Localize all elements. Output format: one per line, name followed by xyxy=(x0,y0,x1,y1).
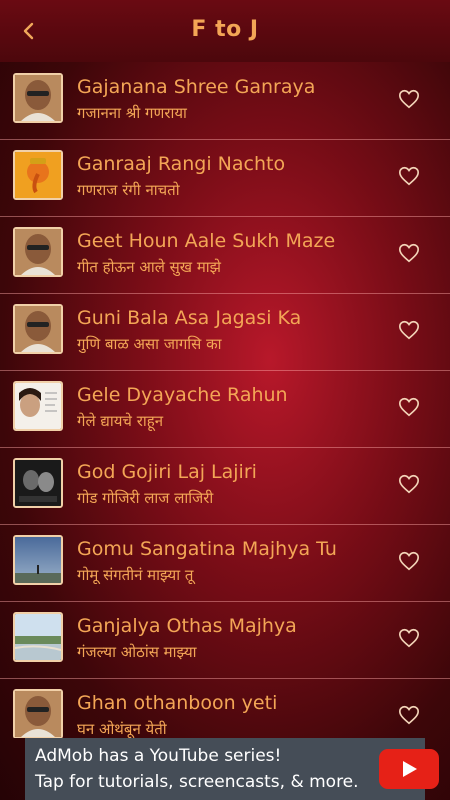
song-row[interactable]: Gajanana Shree Ganraya गजानना श्री गणराय… xyxy=(0,62,450,140)
favorite-heart-icon[interactable] xyxy=(398,704,420,726)
song-title: Ganraaj Rangi Nachto xyxy=(77,153,286,175)
favorite-heart-icon[interactable] xyxy=(398,550,420,572)
favorite-heart-icon[interactable] xyxy=(398,473,420,495)
song-thumbnail xyxy=(13,535,63,585)
song-thumbnail xyxy=(13,227,63,277)
song-subtitle: गोड गोजिरी लाज लाजिरी xyxy=(77,489,214,507)
song-row[interactable]: Ganraaj Rangi Nachto गणराज रंगी नाचतो xyxy=(0,139,450,217)
song-thumbnail xyxy=(13,689,63,738)
song-subtitle: गंजल्या ओठांस माझ्या xyxy=(77,643,197,661)
song-subtitle: गुणि बाळ असा जागसि का xyxy=(77,335,222,353)
song-subtitle: गेले द्यायचे राहून xyxy=(77,412,164,430)
song-title: Gajanana Shree Ganraya xyxy=(77,76,316,98)
song-thumbnail xyxy=(13,381,63,431)
song-thumbnail xyxy=(13,458,63,508)
youtube-play-icon[interactable] xyxy=(379,749,439,789)
song-title: Ghan othanboon yeti xyxy=(77,692,278,714)
song-row[interactable]: Guni Bala Asa Jagasi Ka गुणि बाळ असा जाग… xyxy=(0,293,450,371)
song-thumbnail xyxy=(13,304,63,354)
song-subtitle: गीत होऊन आले सुख माझे xyxy=(77,258,222,276)
song-row[interactable]: Gomu Sangatina Majhya Tu गोमू संगतीनं मा… xyxy=(0,524,450,602)
favorite-heart-icon[interactable] xyxy=(398,396,420,418)
song-title: Ganjalya Othas Majhya xyxy=(77,615,297,637)
favorite-heart-icon[interactable] xyxy=(398,242,420,264)
song-subtitle: घन ओथंबून येती xyxy=(77,720,167,738)
song-title: Geet Houn Aale Sukh Maze xyxy=(77,230,336,252)
song-row[interactable]: Geet Houn Aale Sukh Maze गीत होऊन आले सु… xyxy=(0,216,450,294)
ad-banner[interactable]: AdMob has a YouTube series! Tap for tuto… xyxy=(25,738,439,800)
song-subtitle: गजानना श्री गणराया xyxy=(77,104,187,122)
favorite-heart-icon[interactable] xyxy=(398,88,420,110)
song-subtitle: गणराज रंगी नाचतो xyxy=(77,181,180,199)
song-thumbnail xyxy=(13,612,63,662)
song-title: God Gojiri Laj Lajiri xyxy=(77,461,257,483)
song-subtitle: गोमू संगतीनं माझ्या तू xyxy=(77,566,194,584)
song-row[interactable]: God Gojiri Laj Lajiri गोड गोजिरी लाज लाज… xyxy=(0,447,450,525)
song-title: Guni Bala Asa Jagasi Ka xyxy=(77,307,302,329)
song-title: Gele Dyayache Rahun xyxy=(77,384,288,406)
song-thumbnail xyxy=(13,150,63,200)
page-title: F to J xyxy=(191,17,259,42)
favorite-heart-icon[interactable] xyxy=(398,165,420,187)
ad-description: Tap for tutorials, screencasts, & more. xyxy=(35,772,359,792)
song-list: Gajanana Shree Ganraya गजानना श्री गणराय… xyxy=(0,62,450,738)
top-bar: F to J xyxy=(0,0,450,62)
favorite-heart-icon[interactable] xyxy=(398,319,420,341)
song-row[interactable]: Gele Dyayache Rahun गेले द्यायचे राहून xyxy=(0,370,450,448)
song-row[interactable]: Ganjalya Othas Majhya गंजल्या ओठांस माझ्… xyxy=(0,601,450,679)
song-row[interactable]: Ghan othanboon yeti घन ओथंबून येती xyxy=(0,678,450,738)
song-thumbnail xyxy=(13,73,63,123)
ad-headline: AdMob has a YouTube series! xyxy=(35,746,282,766)
song-title: Gomu Sangatina Majhya Tu xyxy=(77,538,337,560)
favorite-heart-icon[interactable] xyxy=(398,627,420,649)
app-screen: F to J Gajanana Shree Ganraya गजानना श्र… xyxy=(0,0,450,800)
